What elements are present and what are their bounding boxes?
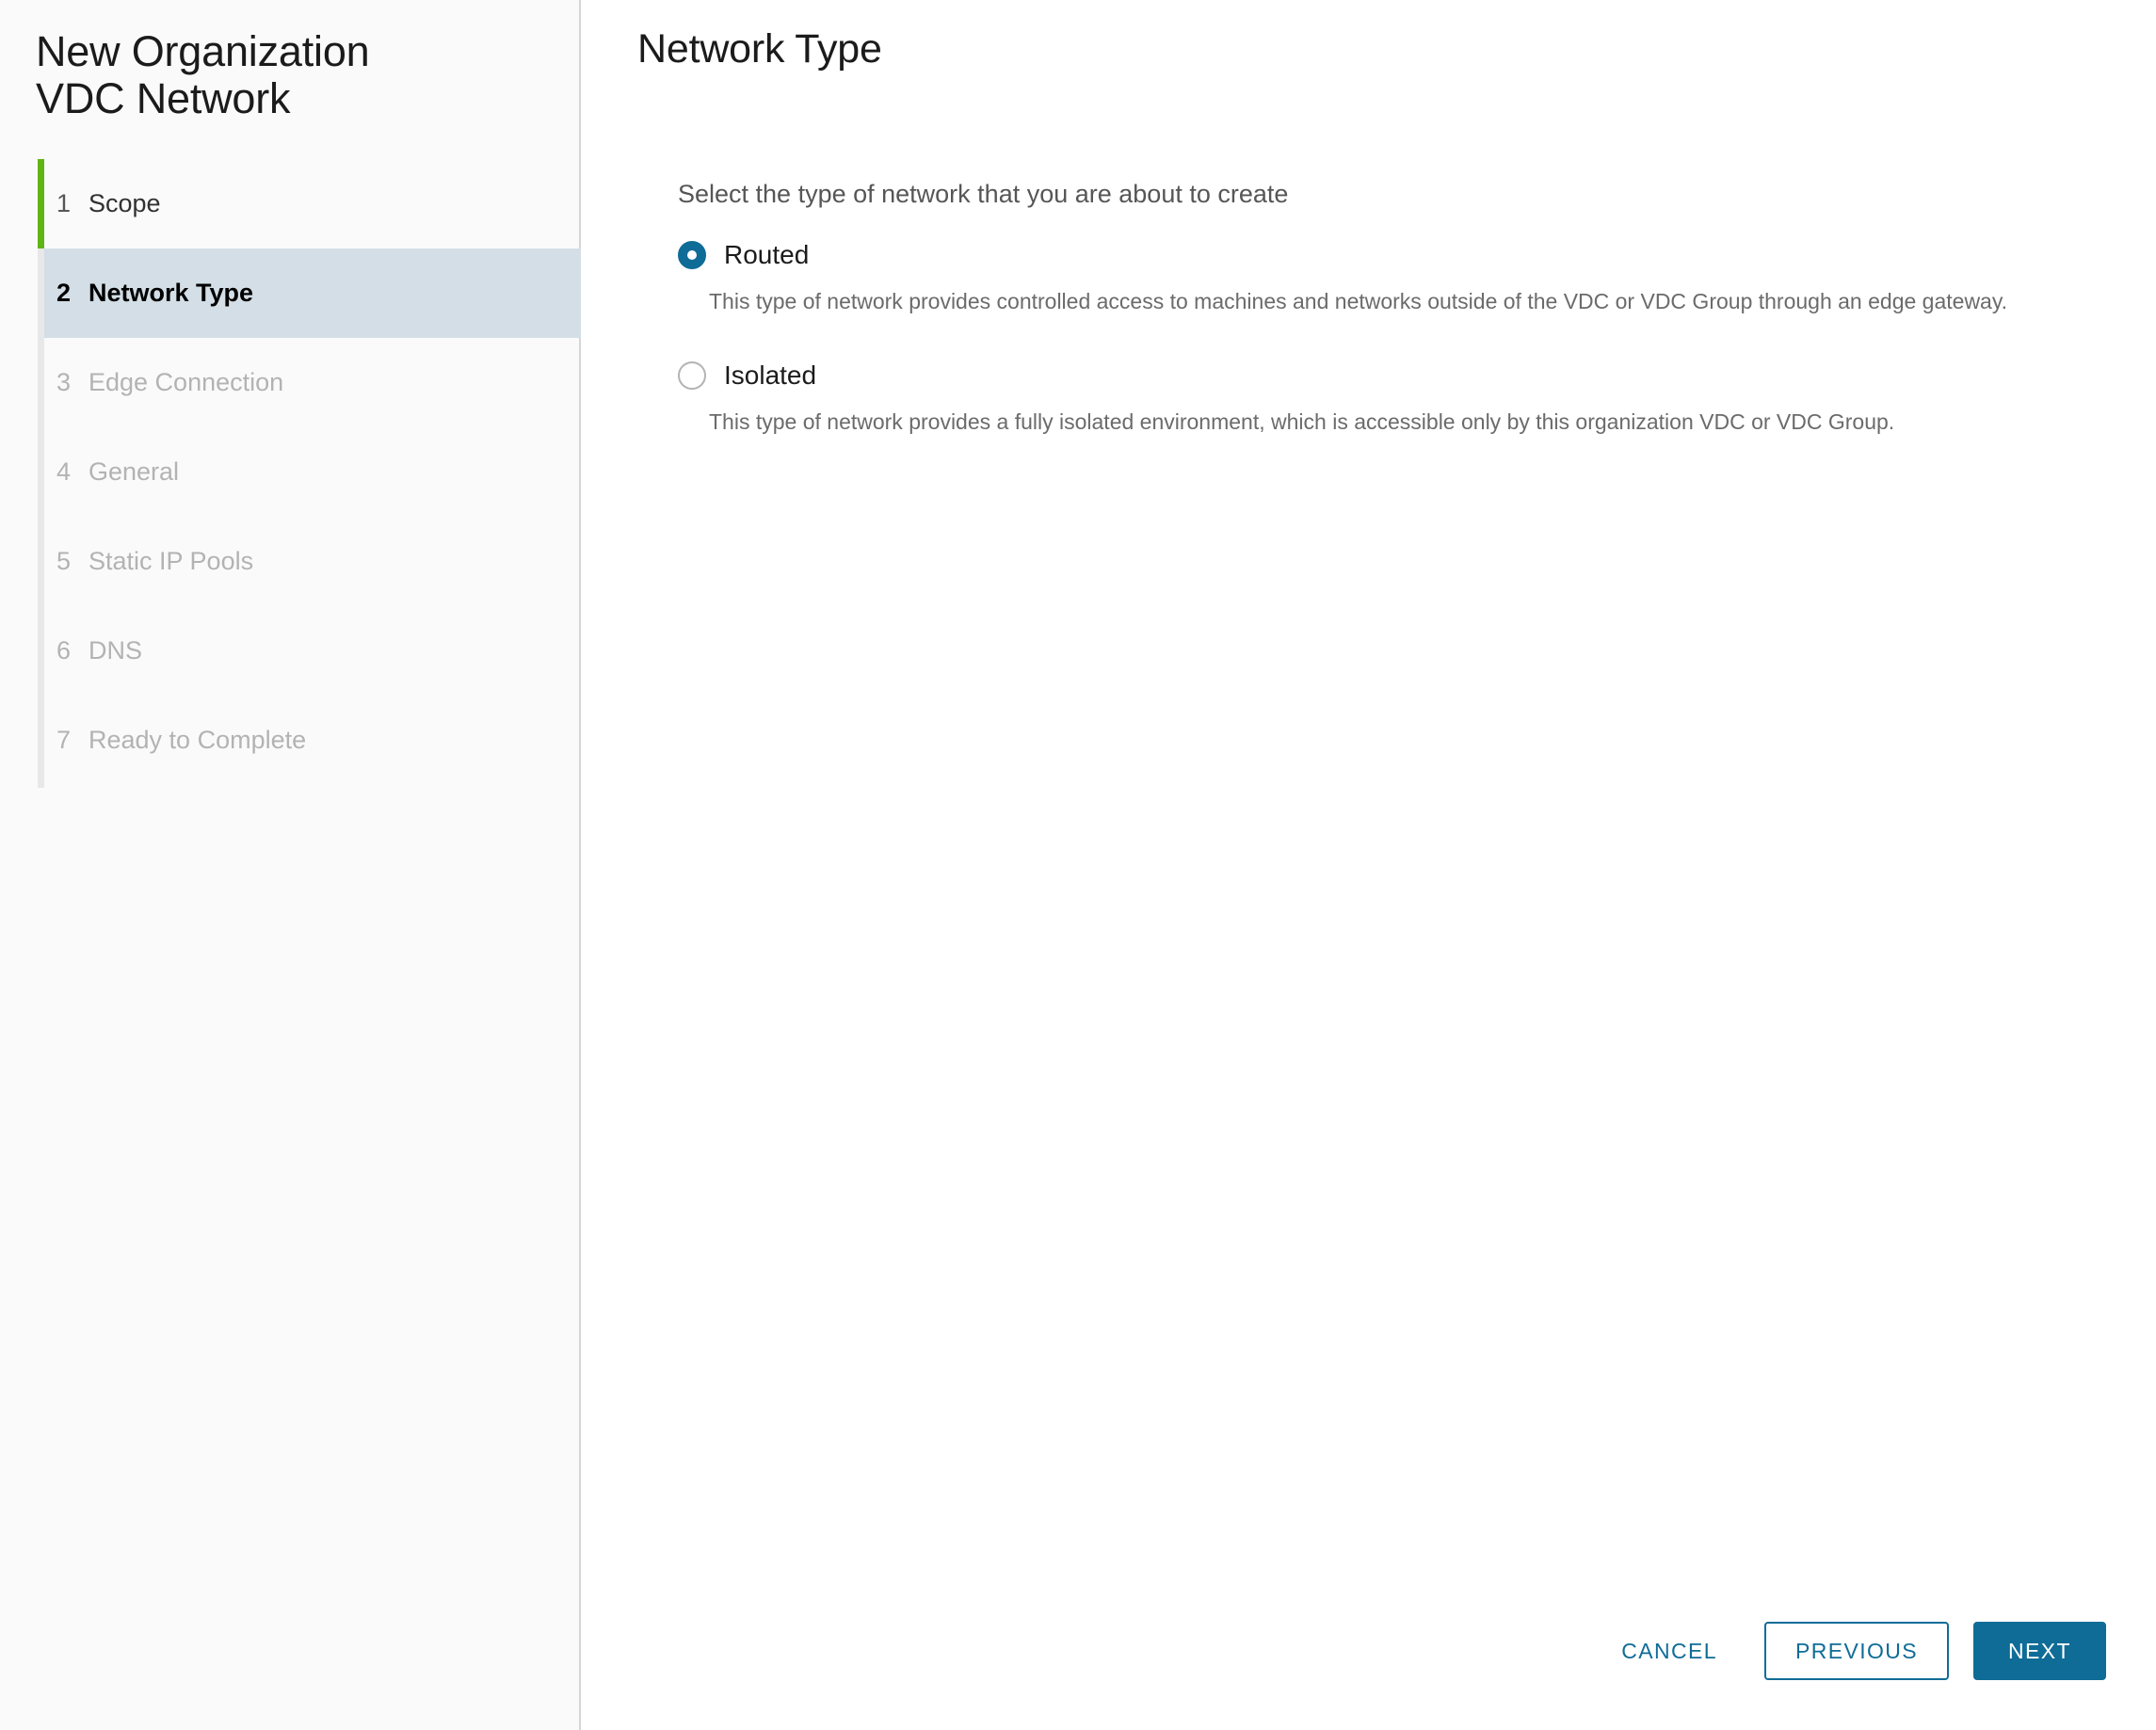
cancel-button[interactable]: CANCEL <box>1597 1626 1742 1677</box>
wizard-title: New Organization VDC Network <box>36 27 370 122</box>
previous-button[interactable]: PREVIOUS <box>1763 1622 1950 1680</box>
step-label: DNS <box>88 636 143 665</box>
network-type-radio-group[interactable]: Routed This type of network provides con… <box>678 241 2156 437</box>
step-label: Static IP Pools <box>88 547 254 575</box>
radio-label-isolated: Isolated <box>724 360 817 390</box>
radio-label-routed: Routed <box>724 240 810 270</box>
radio-option-routed[interactable]: Routed <box>678 240 2156 270</box>
step-number: 1 <box>56 189 72 217</box>
step-number: 7 <box>56 726 72 754</box>
radio-unselected-icon[interactable] <box>678 360 706 390</box>
wizard-dialog: New Organization VDC Network 1 Scope 2 N… <box>0 0 2156 1730</box>
step-label: Edge Connection <box>88 368 284 396</box>
step-number: 4 <box>56 457 72 486</box>
option-routed: Routed This type of network provides con… <box>678 241 2156 317</box>
step-number: 3 <box>56 368 72 396</box>
wizard-sidebar: New Organization VDC Network 1 Scope 2 N… <box>0 0 581 1730</box>
wizard-main-panel: Network Type Select the type of network … <box>581 0 2156 1730</box>
page-title: Network Type <box>637 26 882 72</box>
radio-option-isolated[interactable]: Isolated <box>678 360 2156 390</box>
radio-selected-icon[interactable] <box>678 241 706 270</box>
sidebar-step-general[interactable]: 4 General <box>38 427 579 517</box>
wizard-footer: CANCEL PREVIOUS NEXT <box>1597 1622 2106 1680</box>
radio-description-isolated: This type of network provides a fully is… <box>709 408 1895 434</box>
network-type-form: Select the type of network that you are … <box>581 72 2156 437</box>
step-number: 2 <box>56 279 72 307</box>
sidebar-step-scope[interactable]: 1 Scope <box>38 159 579 248</box>
step-label: General <box>88 457 180 486</box>
step-label: Ready to Complete <box>88 726 307 754</box>
sidebar-step-network-type[interactable]: 2 Network Type <box>44 248 581 338</box>
sidebar-step-dns[interactable]: 6 DNS <box>38 606 579 696</box>
radio-description-routed: This type of network provides controlled… <box>709 289 2008 314</box>
step-number: 5 <box>56 547 72 575</box>
option-isolated: Isolated This type of network provides a… <box>678 360 2156 438</box>
step-label: Network Type <box>88 279 254 307</box>
wizard-step-list: 1 Scope 2 Network Type 3 Edge Connection… <box>0 159 581 788</box>
sidebar-step-ready-to-complete[interactable]: 7 Ready to Complete <box>38 696 579 785</box>
sidebar-step-static-ip-pools[interactable]: 5 Static IP Pools <box>38 517 579 606</box>
next-button[interactable]: NEXT <box>1973 1622 2106 1680</box>
sidebar-step-edge-connection[interactable]: 3 Edge Connection <box>38 338 579 427</box>
step-number: 6 <box>56 636 72 665</box>
form-instruction: Select the type of network that you are … <box>678 180 1289 208</box>
step-label: Scope <box>88 189 161 217</box>
